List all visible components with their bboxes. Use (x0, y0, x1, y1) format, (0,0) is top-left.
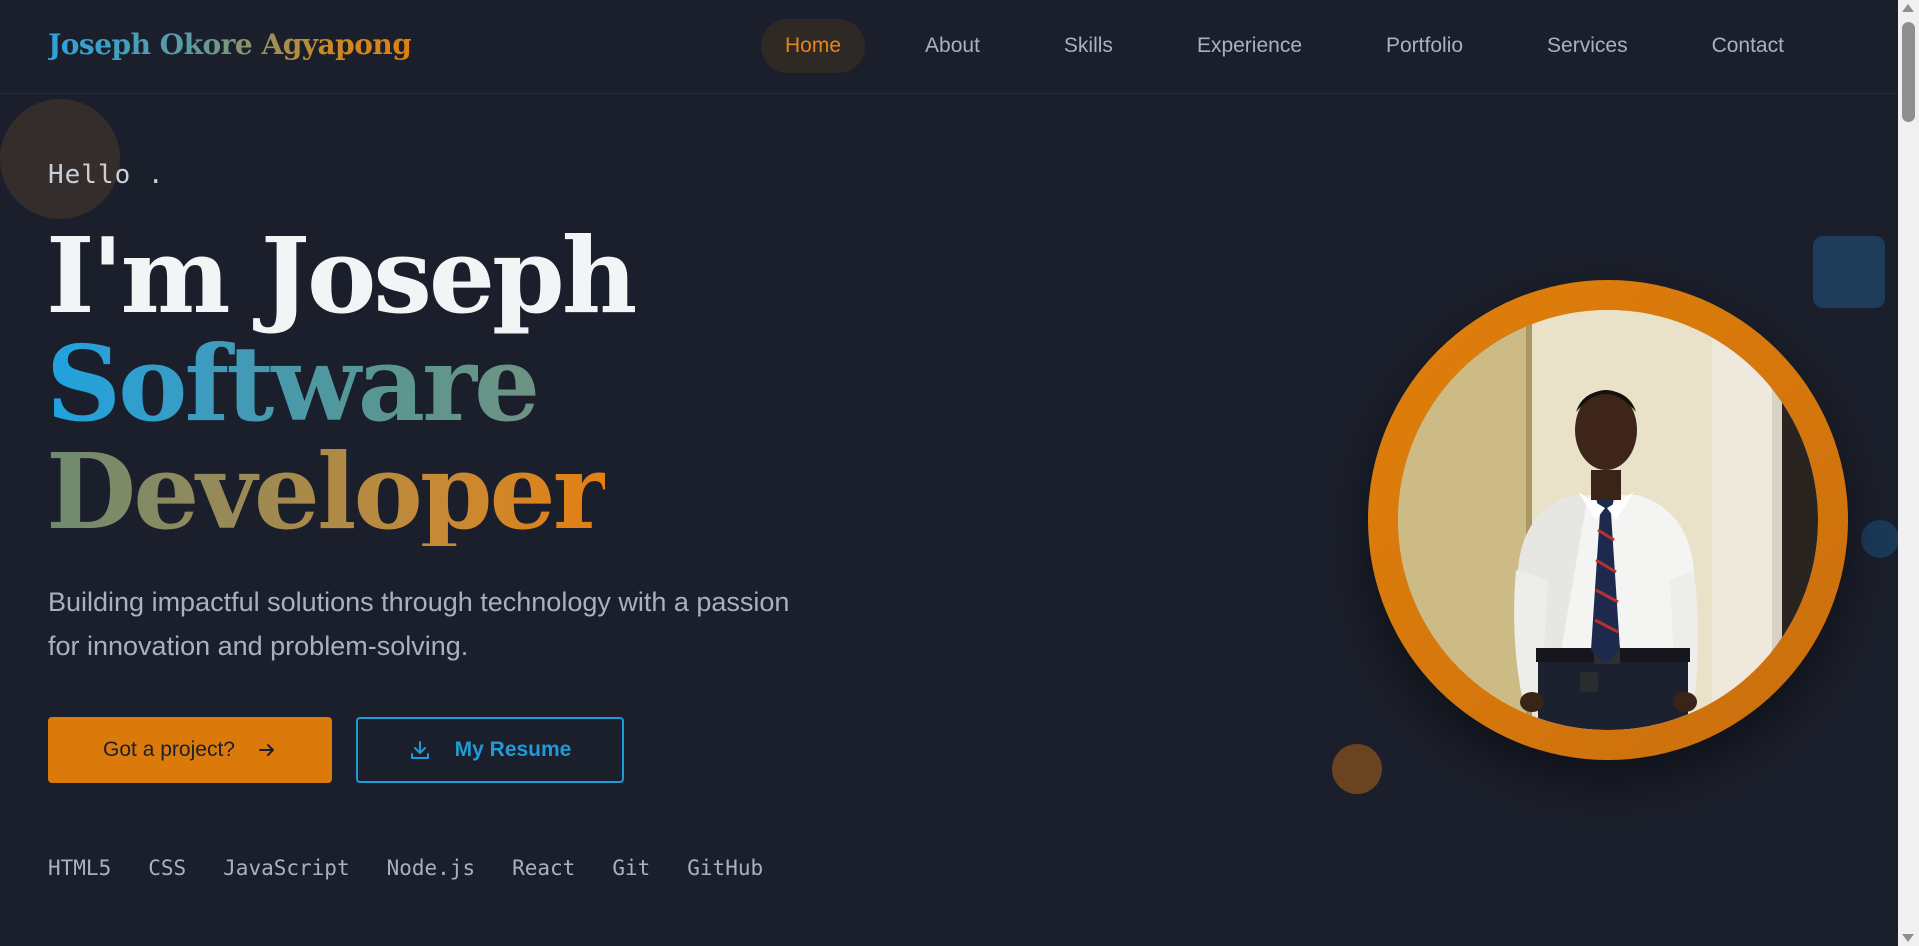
got-a-project-label: Got a project? (103, 738, 235, 761)
profile-photo (1398, 310, 1818, 730)
tech-item: HTML5 (48, 856, 112, 880)
decorative-circle (0, 99, 120, 219)
nav-item-about[interactable]: About (901, 19, 1004, 73)
nav-item-contact[interactable]: Contact (1688, 19, 1808, 73)
got-a-project-button[interactable]: Got a project? (48, 717, 332, 783)
profile-photo-frame (1368, 280, 1848, 760)
tech-item: GitHub (687, 856, 764, 880)
nav-links: Home About Skills Experience Portfolio S… (761, 19, 1808, 73)
decorative-square (1813, 236, 1885, 308)
arrow-right-icon (257, 740, 277, 760)
nav-item-skills[interactable]: Skills (1040, 19, 1137, 73)
tech-stack-list: HTML5 CSS JavaScript Node.js React Git G… (48, 856, 763, 880)
my-resume-button[interactable]: My Resume (356, 717, 624, 783)
nav-item-services[interactable]: Services (1523, 19, 1652, 73)
headline-role-line2: Developer (46, 430, 608, 553)
nav-item-home[interactable]: Home (761, 19, 866, 73)
tech-item: Node.js (386, 856, 476, 880)
navbar: Joseph Okore Agyapong Home About Skills … (0, 0, 1898, 94)
headline-role-line1: Software (46, 322, 540, 445)
my-resume-label: My Resume (454, 738, 572, 761)
nav-item-portfolio[interactable]: Portfolio (1362, 19, 1487, 73)
tech-item: Git (612, 856, 651, 880)
tech-item: CSS (148, 856, 187, 880)
download-icon (409, 739, 431, 761)
hero-greeting: Hello . (48, 160, 165, 190)
decorative-dot-blue (1861, 520, 1899, 558)
tech-item: JavaScript (223, 856, 350, 880)
hero-headline: I'm Joseph Software Developer (46, 214, 637, 553)
brand-logo[interactable]: Joseph Okore Agyapong (48, 28, 412, 61)
scrollbar-thumb[interactable] (1902, 22, 1915, 122)
hero-tagline: Building impactful solutions through tec… (48, 587, 790, 661)
tech-item: React (512, 856, 576, 880)
headline-name: I'm Joseph (46, 214, 637, 337)
page-scrollbar[interactable] (1898, 0, 1919, 946)
scroll-up-arrow-icon[interactable] (1902, 4, 1914, 12)
decorative-dot-orange (1332, 744, 1382, 794)
nav-item-experience[interactable]: Experience (1173, 19, 1326, 73)
scroll-down-arrow-icon[interactable] (1902, 934, 1914, 942)
